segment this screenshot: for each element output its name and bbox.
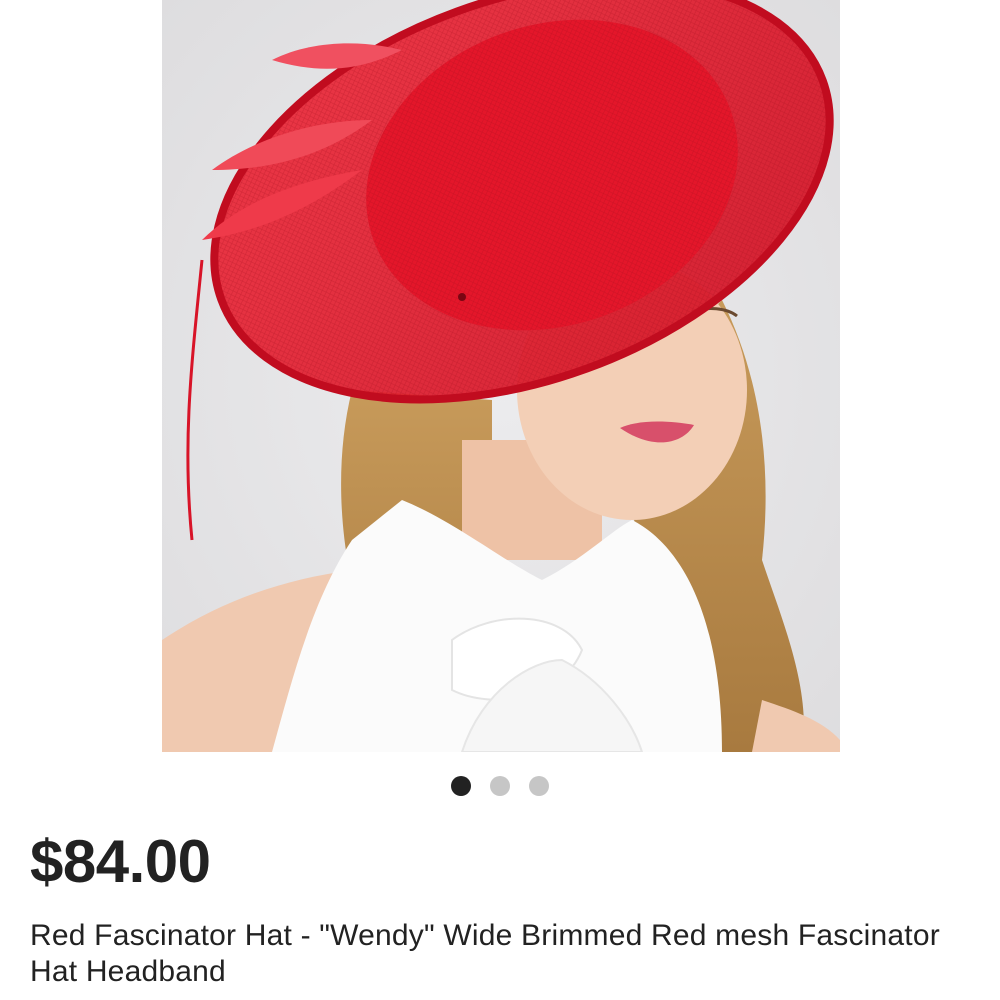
product-title: Red Fascinator Hat - "Wendy" Wide Brimme… xyxy=(30,919,940,988)
image-carousel-dots xyxy=(0,776,1000,796)
carousel-dot-3[interactable] xyxy=(529,776,549,796)
product-image[interactable] xyxy=(162,0,840,752)
carousel-dot-1[interactable] xyxy=(451,776,471,796)
product-photo xyxy=(162,0,840,752)
product-price: $84.00 xyxy=(30,828,211,895)
carousel-dot-2[interactable] xyxy=(490,776,510,796)
